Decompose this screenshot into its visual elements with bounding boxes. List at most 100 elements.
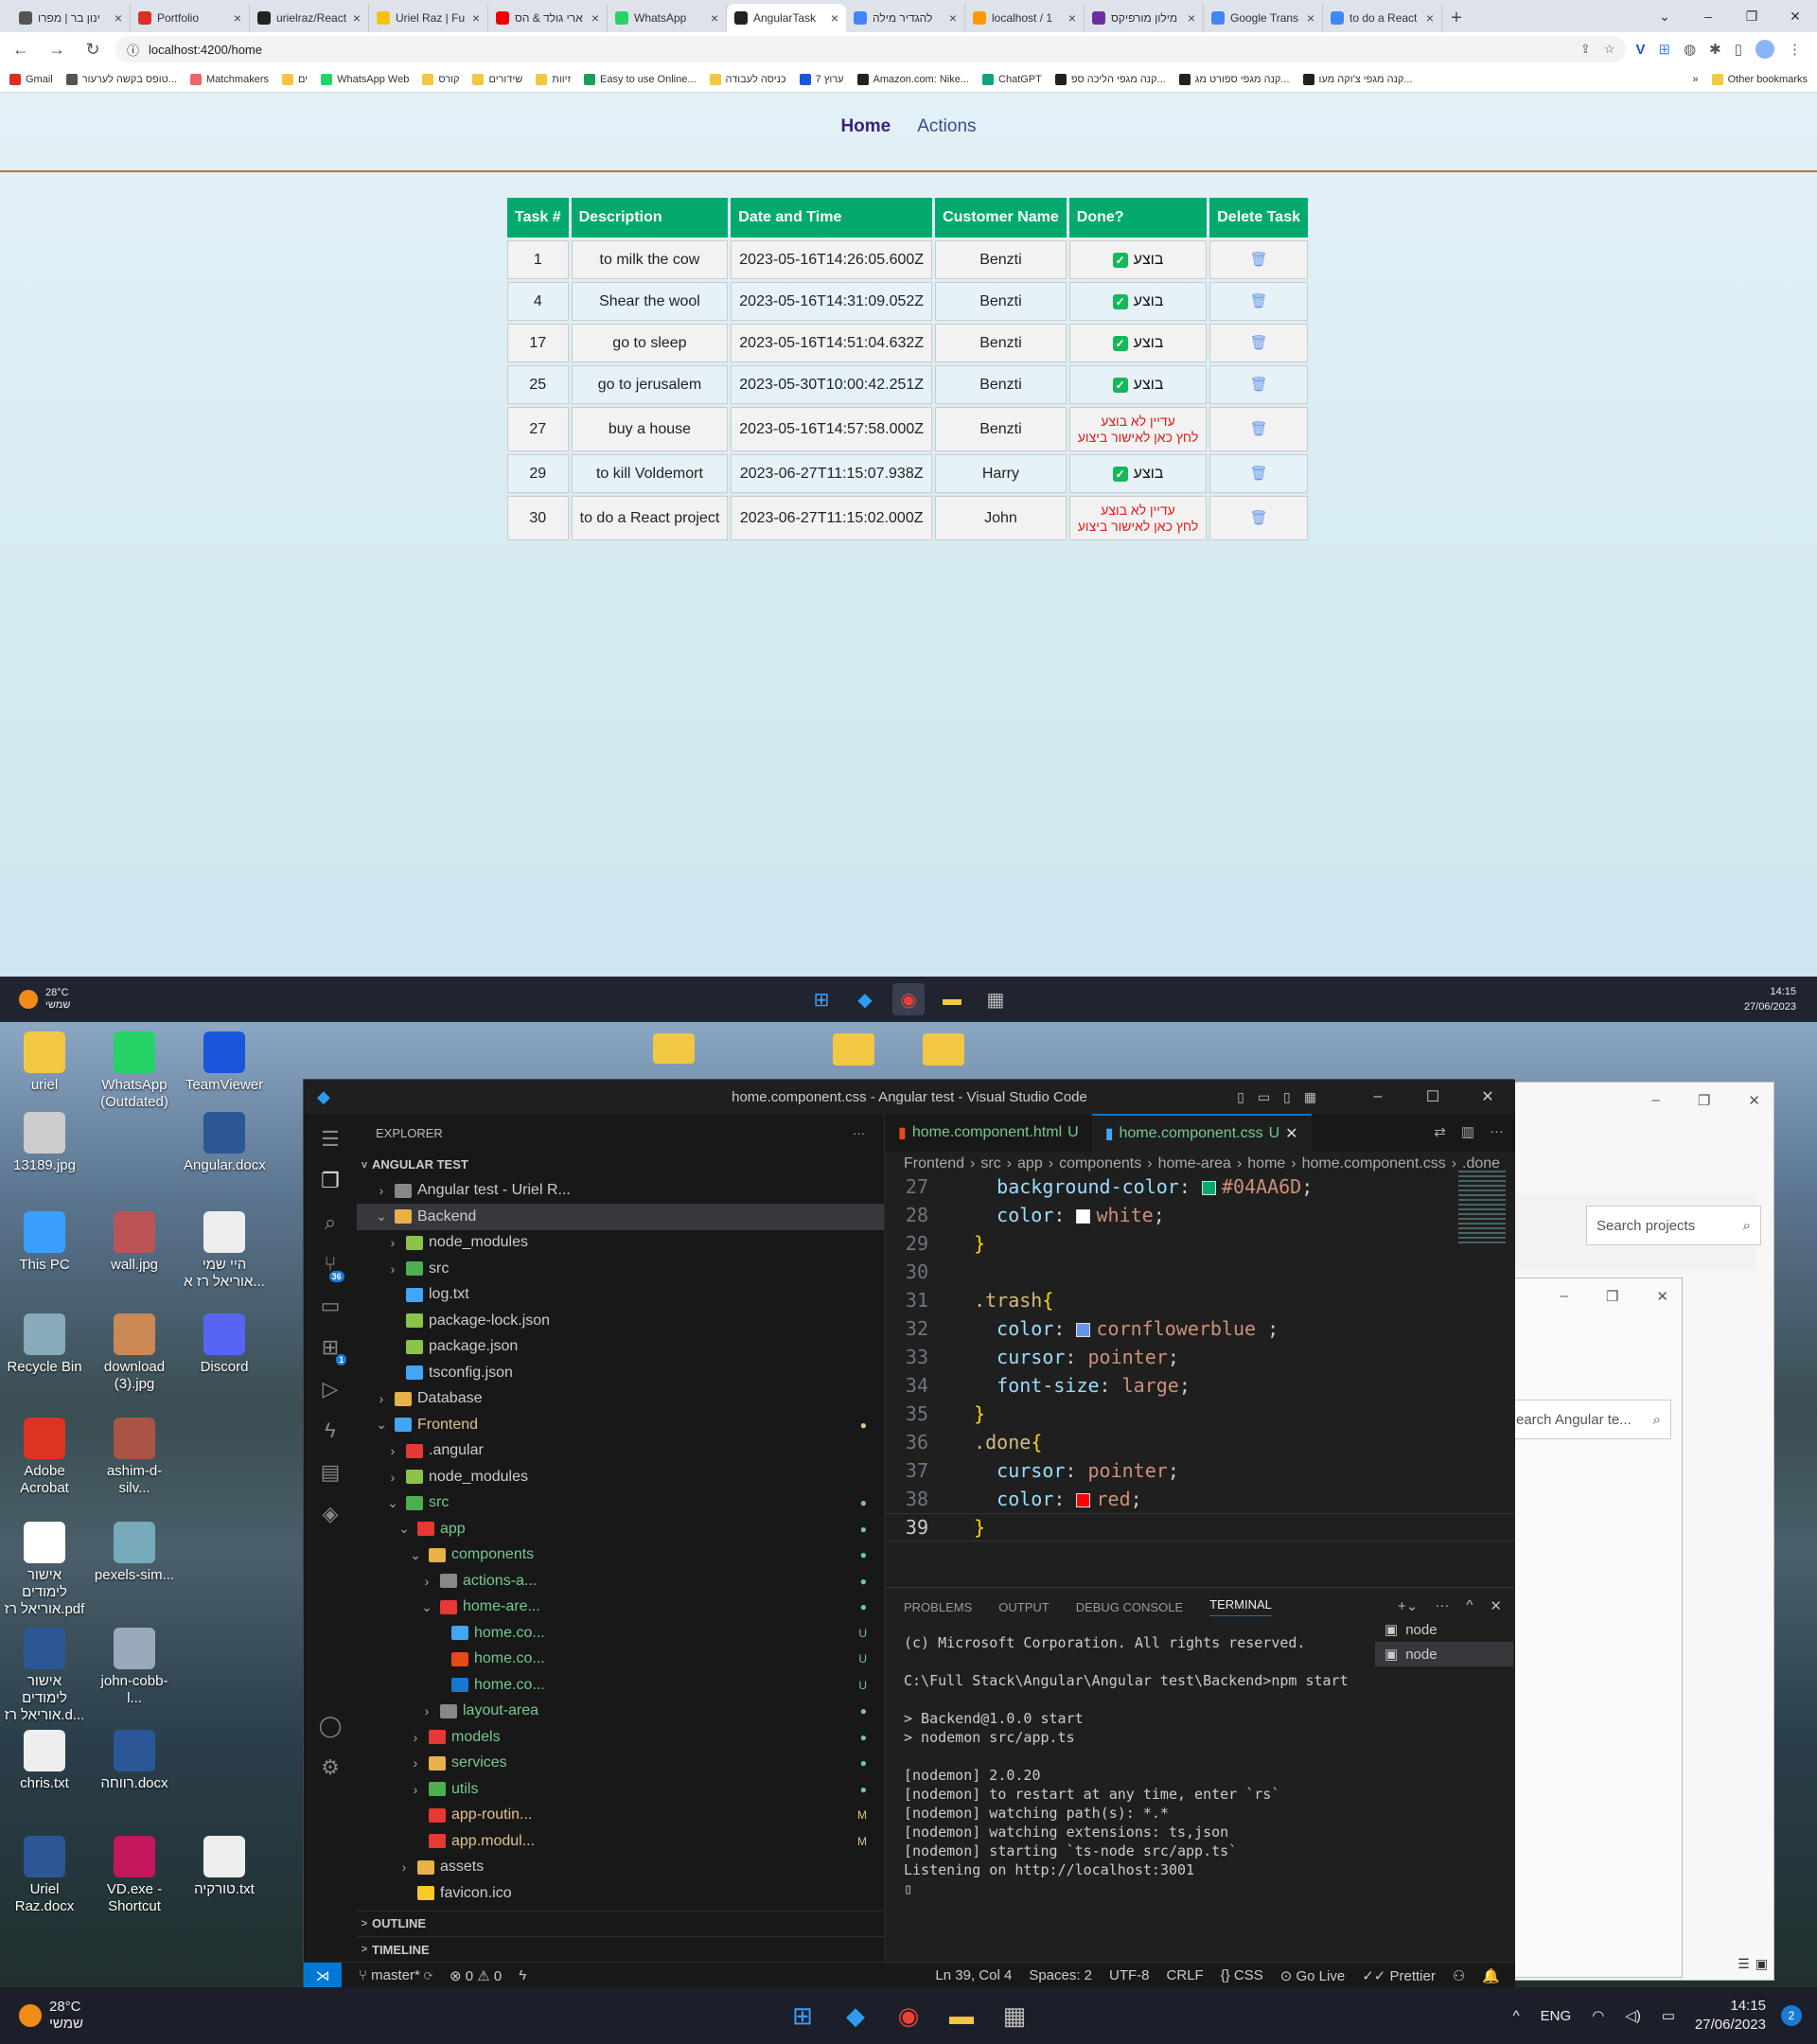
- bookmark-item[interactable]: קורס: [422, 73, 459, 85]
- profile-avatar[interactable]: [1755, 40, 1774, 59]
- close-tab-icon[interactable]: ×: [1068, 10, 1076, 26]
- accounts-icon[interactable]: ⚇: [1453, 1967, 1465, 1984]
- close-tab-icon[interactable]: ×: [1307, 10, 1314, 26]
- tree-item[interactable]: home.co... U: [357, 1672, 884, 1699]
- prettier-button[interactable]: ✓✓ Prettier: [1362, 1967, 1436, 1984]
- desktop-icon[interactable]: אישור לימודים אוריאל רז.d...: [4, 1628, 85, 1724]
- desktop-icon[interactable]: היי שמי אוריאל רז א...: [184, 1211, 265, 1291]
- window-controls[interactable]: – ❐ ✕: [1561, 1288, 1668, 1305]
- tree-item[interactable]: ⌄ Frontend ●: [357, 1412, 884, 1438]
- bookmark-item[interactable]: קנה מגפי צ'וקה מעו...: [1302, 73, 1413, 85]
- tree-item[interactable]: package-lock.json: [357, 1308, 884, 1334]
- extensions-icon[interactable]: ⊞ 1: [322, 1335, 347, 1366]
- tree-item[interactable]: log.txt: [357, 1282, 884, 1309]
- tree-item[interactable]: › utils ●: [357, 1776, 884, 1803]
- browser-tab[interactable]: localhost / 1 ×: [965, 4, 1085, 32]
- extension-icon[interactable]: ◍: [1684, 41, 1696, 58]
- trash-icon[interactable]: 🗑: [1250, 466, 1268, 482]
- tree-item[interactable]: › node_modules: [357, 1230, 884, 1257]
- lightning-icon[interactable]: ϟ: [519, 1967, 526, 1983]
- tree-item[interactable]: › layout-area ●: [357, 1699, 884, 1725]
- calculator-icon[interactable]: ▦: [994, 1995, 1035, 2036]
- browser-tab[interactable]: Portfolio ×: [131, 4, 250, 32]
- desktop-icon[interactable]: אישור לימודים אוריאל רז.pdf: [4, 1522, 85, 1618]
- close-tab-icon[interactable]: ×: [949, 10, 957, 26]
- extension-v-icon[interactable]: V: [1635, 42, 1645, 58]
- timeline-section[interactable]: > TIMELINE: [357, 1936, 884, 1963]
- mark-done-button[interactable]: עדיין לא בוצע לחץ כאן לאישור ביצוע: [1078, 414, 1198, 446]
- tree-item[interactable]: home.co... U: [357, 1620, 884, 1647]
- desktop-icon[interactable]: chris.txt: [4, 1730, 85, 1792]
- search-projects-input[interactable]: Search projects ⌕: [1586, 1206, 1761, 1245]
- desktop-icon[interactable]: uriel: [4, 1031, 85, 1094]
- clock[interactable]: 14:15 27/06/2023: [1695, 1997, 1766, 2035]
- encoding[interactable]: UTF-8: [1109, 1967, 1150, 1984]
- explorer-icon[interactable]: ❐: [321, 1169, 340, 1193]
- split-editor-icon[interactable]: ▥: [1461, 1123, 1474, 1140]
- nav-actions[interactable]: Actions: [917, 116, 976, 137]
- background-window[interactable]: – ❐ ✕ earch Angular te... ⌕: [1505, 1278, 1683, 1978]
- desktop-icon[interactable]: Discord: [184, 1313, 265, 1376]
- desktop-icon[interactable]: WhatsApp (Outdated): [94, 1031, 175, 1111]
- sidepanel-icon[interactable]: ▯: [1735, 41, 1742, 58]
- tree-item[interactable]: app-routin... M: [357, 1803, 884, 1829]
- close-button[interactable]: ✕: [1773, 0, 1817, 32]
- address-bar[interactable]: ⓘ localhost:4200/home ⇪ ☆: [115, 36, 1627, 62]
- tree-item[interactable]: ⌄ components ●: [357, 1542, 884, 1569]
- close-tab-icon[interactable]: ×: [234, 10, 241, 26]
- tree-item[interactable]: package.json: [357, 1334, 884, 1361]
- url-text[interactable]: localhost:4200/home: [149, 43, 262, 57]
- desktop-icon[interactable]: Recycle Bin: [4, 1313, 85, 1376]
- minimize-button[interactable]: –: [1686, 0, 1730, 32]
- bookmark-item[interactable]: Matchmakers: [189, 73, 269, 85]
- terminal-instance[interactable]: ▣ node: [1375, 1642, 1513, 1666]
- desktop-icon[interactable]: Uriel Raz.docx: [4, 1836, 85, 1915]
- bookmark-star-icon[interactable]: ☆: [1604, 42, 1615, 57]
- account-icon[interactable]: ◯: [319, 1714, 343, 1738]
- breadcrumb-item[interactable]: Frontend: [904, 1155, 964, 1172]
- close-tab-icon[interactable]: ×: [353, 10, 361, 26]
- trash-icon[interactable]: 🗑: [1250, 421, 1268, 437]
- chrome-shortcut-icon[interactable]: [653, 1033, 695, 1064]
- browser-tab[interactable]: to do a React ×: [1323, 4, 1442, 32]
- browser-tab[interactable]: WhatsApp ×: [608, 4, 727, 32]
- breadcrumb-item[interactable]: src: [980, 1155, 1000, 1172]
- show-hidden-icons-icon[interactable]: ^: [1513, 2008, 1520, 2024]
- desktop-icon[interactable]: VD.exe - Shortcut: [94, 1836, 175, 1915]
- tree-item[interactable]: › models ●: [357, 1724, 884, 1751]
- go-live-button[interactable]: ⊙ Go Live: [1280, 1967, 1345, 1984]
- close-tab-icon[interactable]: ×: [1188, 10, 1195, 26]
- bookmark-item[interactable]: טופס בקשה לערעור...: [65, 73, 177, 85]
- tree-item[interactable]: › node_modules: [357, 1464, 884, 1490]
- tree-item[interactable]: › .angular: [357, 1438, 884, 1465]
- browser-tab[interactable]: להגדיר מילה ×: [846, 4, 965, 32]
- python-icon[interactable]: ◈: [323, 1502, 339, 1526]
- folder-shortcut-icon[interactable]: [923, 1033, 964, 1066]
- wifi-icon[interactable]: ◠: [1592, 2007, 1604, 2024]
- bookmark-item[interactable]: שידורים: [472, 73, 522, 85]
- desktop-icon[interactable]: wall.jpg: [94, 1211, 175, 1274]
- settings-gear-icon[interactable]: ⚙: [321, 1755, 340, 1780]
- maximize-button[interactable]: ❐: [1730, 0, 1773, 32]
- puzzle-icon[interactable]: ✱: [1709, 41, 1721, 58]
- tree-item[interactable]: app.modul... M: [357, 1828, 884, 1855]
- chrome-icon[interactable]: ◉: [892, 983, 925, 1015]
- forward-icon[interactable]: →: [44, 36, 70, 62]
- close-tab-icon[interactable]: ×: [711, 10, 718, 26]
- new-terminal-icon[interactable]: +⌄: [1398, 1597, 1418, 1614]
- file-explorer-icon[interactable]: ▬: [941, 1995, 982, 2036]
- bookmark-item[interactable]: ים: [282, 73, 308, 85]
- toggle-sidebar-icon[interactable]: ▯: [1237, 1089, 1244, 1105]
- code-editor[interactable]: 27 background-color: #04AA6D; 28 color: w…: [885, 1172, 1515, 1542]
- chrome-icon[interactable]: ◉: [888, 1995, 929, 2036]
- terminal-instance[interactable]: ▣ node: [1375, 1617, 1513, 1642]
- maximize-button[interactable]: ☐: [1405, 1080, 1460, 1114]
- window-controls[interactable]: – ❐ ✕: [1652, 1092, 1760, 1109]
- browser-tab[interactable]: urielraz/React ×: [250, 4, 369, 32]
- windows-start-icon[interactable]: ⊞: [805, 983, 838, 1015]
- browser-tab[interactable]: Google Trans ×: [1204, 4, 1323, 32]
- desktop-icon[interactable]: רווחה.docx: [94, 1730, 175, 1792]
- panel-tab[interactable]: OUTPUT: [998, 1600, 1049, 1614]
- trash-icon[interactable]: 🗑: [1250, 335, 1268, 351]
- desktop-icon[interactable]: טורקיה.txt: [184, 1836, 265, 1898]
